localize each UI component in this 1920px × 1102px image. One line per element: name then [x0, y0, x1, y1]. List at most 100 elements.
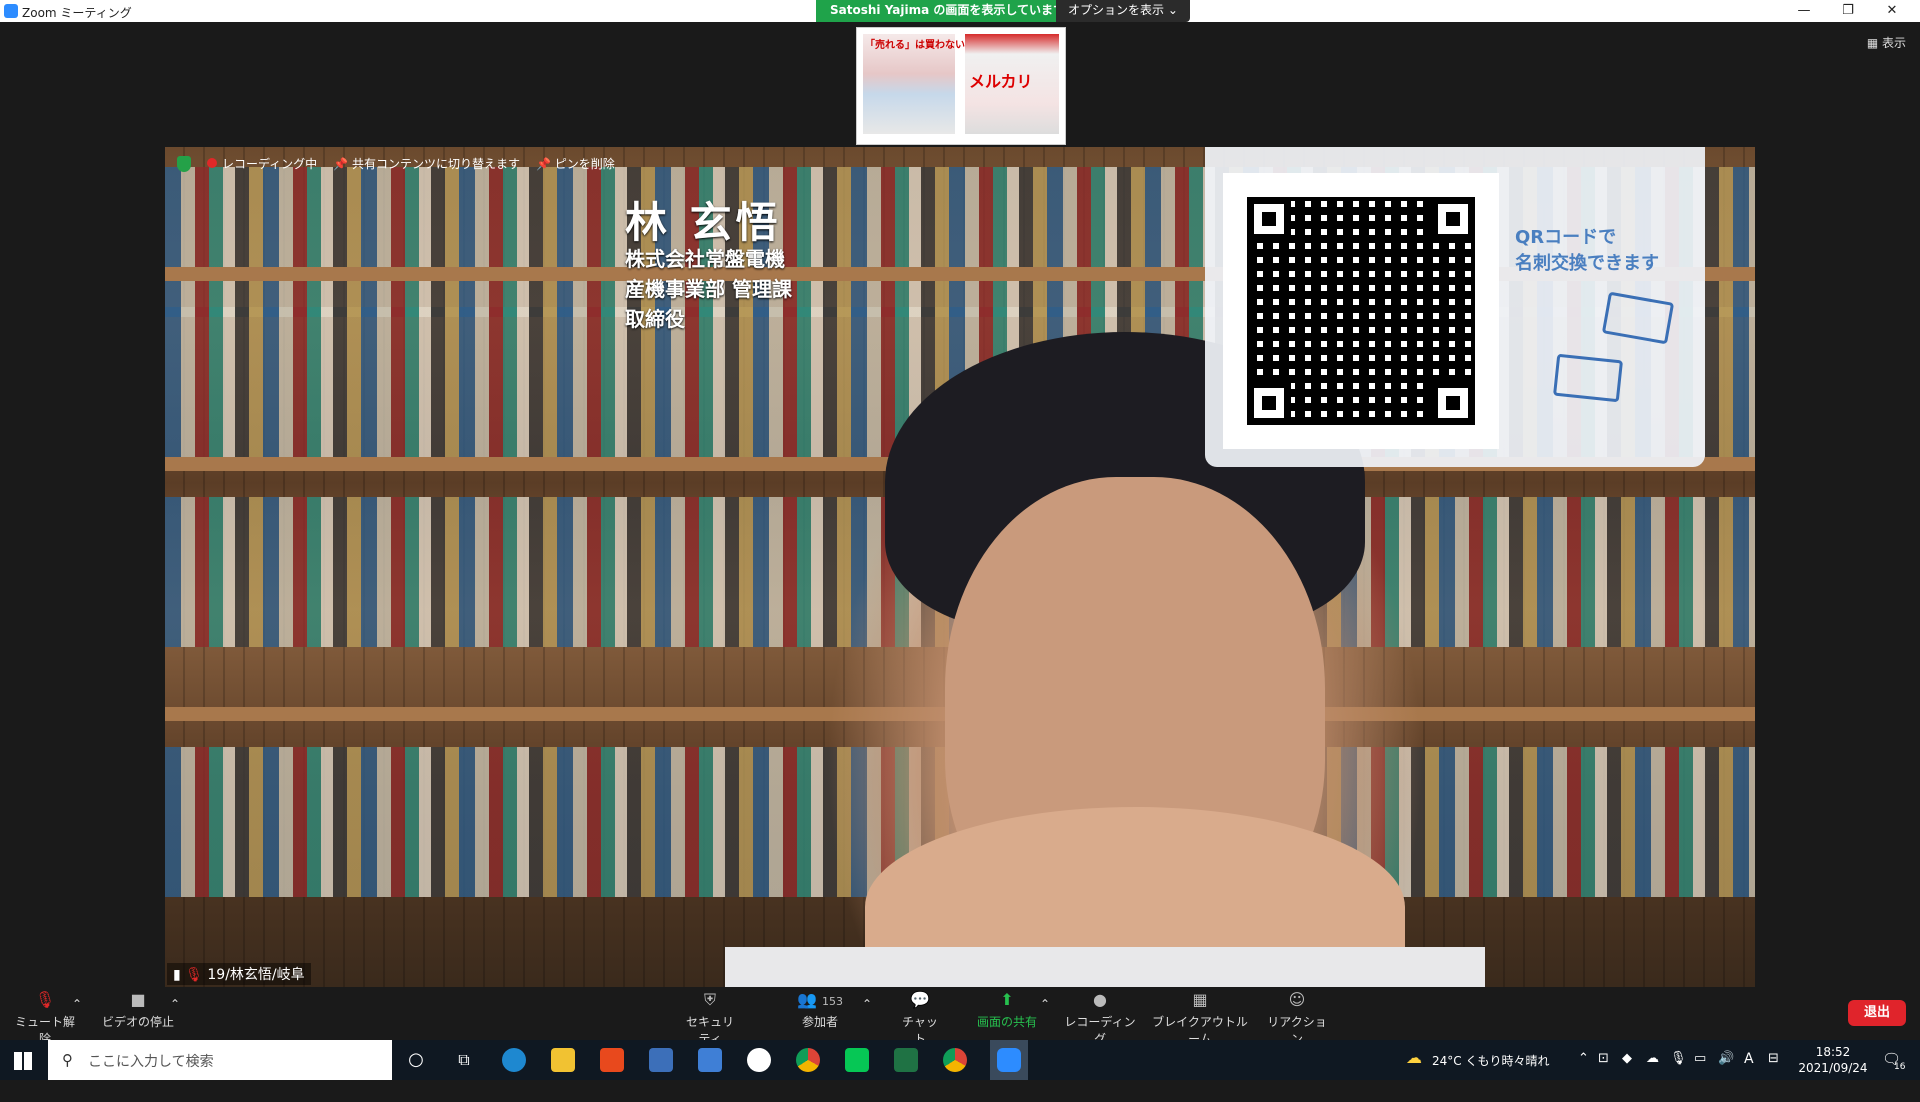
- slack-icon[interactable]: [747, 1048, 771, 1072]
- breakout-rooms-icon: ▦: [1192, 990, 1208, 1009]
- view-label: 表示: [1881, 36, 1906, 50]
- business-card-icon: [1601, 291, 1675, 345]
- share-banner: Satoshi Yajima の画面を表示しています: [816, 0, 1080, 22]
- muted-mic-icon: 🎙: [185, 967, 208, 983]
- edge-icon[interactable]: [502, 1048, 526, 1072]
- signal-icon: ▮: [173, 967, 186, 983]
- windows-taskbar: ⚲ ここに入力して検索 ○ ⧉ ☁ 24°C くもり時々晴れ ⌃ ⊡ ◆ ☁ 🎙…: [0, 1040, 1920, 1080]
- qr-finder: [1431, 381, 1475, 425]
- zoom-icon: [4, 4, 18, 18]
- shared-screen-thumbnail[interactable]: 「売れる」は買わない メルカリ: [856, 27, 1066, 145]
- qr-finder: [1247, 197, 1291, 241]
- file-explorer-icon[interactable]: [551, 1048, 575, 1072]
- view-options-button[interactable]: オプションを表示 ⌄: [1056, 0, 1190, 22]
- remove-pin-label: ピンを削除: [554, 157, 615, 171]
- participants-icon: 👥 153: [796, 990, 843, 1009]
- ime-settings-icon[interactable]: ⊟: [1768, 1051, 1779, 1091]
- onedrive-icon[interactable]: ☁: [1646, 1051, 1659, 1091]
- active-speaker-video[interactable]: レコーディング中 📌 共有コンテンツに切り替えます 📌 ピンを削除 林 玄悟 株…: [165, 147, 1755, 987]
- participants-button[interactable]: 👥 153 参加者: [790, 991, 850, 1030]
- dropbox-icon[interactable]: ◆: [1622, 1051, 1632, 1091]
- task-view-icon[interactable]: ⧉: [452, 1048, 476, 1072]
- pin-icon: 📌: [535, 157, 555, 171]
- excel-icon[interactable]: [894, 1048, 918, 1072]
- remove-pin-button[interactable]: 📌 ピンを削除: [536, 155, 615, 172]
- shield-icon: ⛨: [703, 990, 716, 1009]
- clock-time: 18:52: [1815, 1045, 1851, 1059]
- reactions-button[interactable]: ☺ リアクション: [1266, 991, 1328, 1047]
- share-screen-icon: ⬆: [1000, 990, 1014, 1009]
- stop-video-button[interactable]: ■ ビデオの停止: [100, 991, 176, 1030]
- store-icon[interactable]: [649, 1048, 673, 1072]
- qr-finder: [1247, 381, 1291, 425]
- thumbnail-headline: 「売れる」は買わない: [865, 40, 965, 51]
- microphone-icon[interactable]: 🎙: [1670, 1051, 1687, 1091]
- title-bar: Zoom ミーティング Satoshi Yajima の画面を表示しています オ…: [0, 0, 1920, 22]
- share-screen-button[interactable]: ⬆ 画面の共有: [974, 991, 1040, 1030]
- taskbar-search-input[interactable]: ⚲ ここに入力して検索: [48, 1040, 392, 1080]
- ime-indicator[interactable]: A: [1744, 1051, 1754, 1091]
- video-options-caret[interactable]: ⌃: [170, 997, 180, 1011]
- line-icon[interactable]: [845, 1048, 869, 1072]
- network-icon[interactable]: ▭: [1694, 1051, 1706, 1091]
- clock[interactable]: 18:52 2021/09/24: [1798, 1044, 1868, 1084]
- restore-button[interactable]: ❐: [1828, 1, 1868, 21]
- pin-icon: 📌: [333, 157, 352, 171]
- participant-count: 153: [822, 995, 843, 1008]
- video-overlay-controls: レコーディング中 📌 共有コンテンツに切り替えます 📌 ピンを削除: [177, 155, 615, 172]
- weather-text[interactable]: 24°C くもり時々晴れ: [1432, 1052, 1549, 1092]
- record-icon: ●: [1093, 990, 1107, 1009]
- recording-label: レコーディング中: [222, 157, 318, 171]
- office-icon[interactable]: [600, 1048, 624, 1072]
- participants-label: 参加者: [801, 1015, 838, 1029]
- video-camera-icon: ■: [130, 990, 146, 1009]
- shield-icon: [177, 155, 191, 172]
- window-title: Zoom ミーティング: [22, 6, 132, 20]
- background-department: 産機事業部 管理課: [625, 277, 792, 301]
- participant-name: 19/林玄悟/岐阜: [207, 967, 305, 983]
- search-placeholder: ここに入力して検索: [88, 1054, 214, 1070]
- smiley-icon: ☺: [1288, 990, 1306, 1009]
- switch-label: 共有コンテンツに切り替えます: [351, 157, 520, 171]
- leave-meeting-button[interactable]: 退出: [1848, 1000, 1906, 1026]
- chrome-icon[interactable]: [943, 1048, 967, 1072]
- qr-caption-line2: 名刺交換できます: [1515, 253, 1659, 274]
- record-dot-icon: [207, 158, 217, 168]
- mail-icon[interactable]: [698, 1048, 722, 1072]
- meeting-toolbar: 🎙 ミュート解除 ⌃ ■ ビデオの停止 ⌃ ⛨ セキュリティ 👥 153 参加者 ⌃ 💬…: [0, 987, 1920, 1046]
- recording-indicator[interactable]: レコーディング中: [207, 155, 317, 172]
- view-button[interactable]: ▦ 表示: [1867, 34, 1906, 51]
- cortana-icon[interactable]: ○: [404, 1048, 428, 1072]
- business-card-icon: [1552, 353, 1624, 403]
- qr-panel: QRコードで 名刺交換できます: [1205, 147, 1705, 467]
- grid-icon: ▦: [1866, 36, 1882, 50]
- security-button[interactable]: ⛨ セキュリティ: [680, 991, 740, 1047]
- chat-button[interactable]: 💬 チャット: [900, 991, 940, 1047]
- participant-name-tag: ▮ 🎙 19/林玄悟/岐阜: [167, 963, 311, 985]
- stop-video-label: ビデオの停止: [101, 1015, 174, 1029]
- record-button[interactable]: ● レコーディング: [1064, 991, 1136, 1047]
- minimize-button[interactable]: —: [1784, 1, 1824, 21]
- muted-mic-icon: 🎙: [34, 990, 56, 1009]
- qr-caption: QRコードで 名刺交換できます: [1515, 225, 1659, 277]
- background-position: 取締役: [625, 307, 685, 331]
- background-name: 林 玄悟: [625, 198, 782, 247]
- breakout-rooms-button[interactable]: ▦ ブレイクアウトルーム: [1148, 991, 1252, 1047]
- weather-icon[interactable]: ☁: [1406, 1048, 1422, 1088]
- search-icon: ⚲: [62, 1051, 73, 1069]
- unmute-button[interactable]: 🎙 ミュート解除: [12, 991, 78, 1047]
- switch-to-shared-button[interactable]: 📌 共有コンテンツに切り替えます: [333, 155, 520, 172]
- tray-app-icon[interactable]: ⊡: [1598, 1051, 1609, 1091]
- share-options-caret[interactable]: ⌃: [1040, 997, 1050, 1011]
- windows-start-icon[interactable]: [14, 1052, 32, 1070]
- background-company: 株式会社常盤電機: [625, 247, 785, 271]
- chrome-icon[interactable]: [796, 1048, 820, 1072]
- close-button[interactable]: ✕: [1872, 1, 1912, 21]
- volume-icon[interactable]: 🔊: [1718, 1051, 1734, 1091]
- clock-date: 2021/09/24: [1798, 1061, 1868, 1075]
- thumbnail-title: メルカリ: [969, 72, 1033, 91]
- audio-options-caret[interactable]: ⌃: [72, 997, 82, 1011]
- participants-options-caret[interactable]: ⌃: [862, 997, 872, 1011]
- tray-overflow-icon[interactable]: ⌃: [1578, 1051, 1589, 1091]
- qr-caption-line1: QRコードで: [1515, 227, 1617, 248]
